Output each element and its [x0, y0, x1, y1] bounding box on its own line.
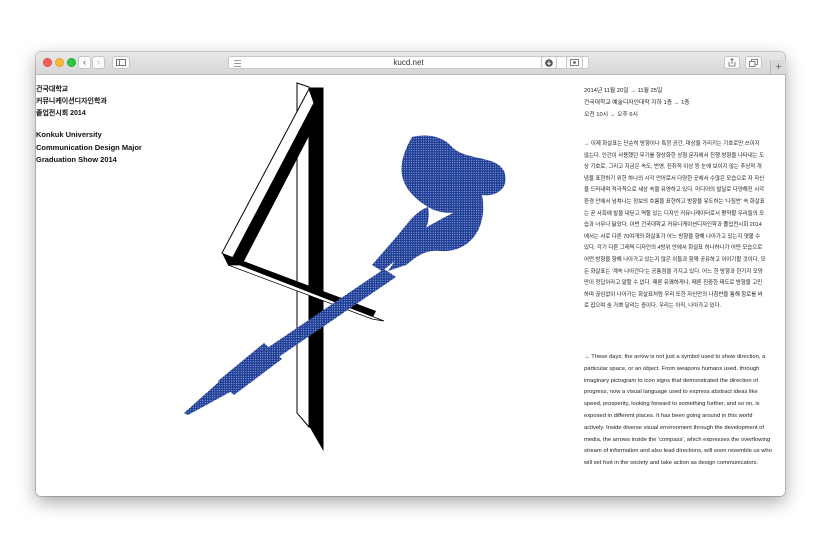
- title-en-line-2: Communication Design Major: [36, 142, 142, 152]
- dart-flight-upper: [401, 135, 506, 213]
- close-window-button[interactable]: [43, 58, 52, 67]
- info-location: 건국대학교 예술디자인대학 지하 1층 → 1층: [584, 100, 690, 106]
- share-icon: [728, 58, 736, 67]
- forward-button[interactable]: ›: [92, 56, 105, 69]
- downloads-button[interactable]: [541, 56, 557, 69]
- browser-window: ‹ › kucd.net ↻: [36, 52, 785, 496]
- share-button[interactable]: [724, 56, 740, 69]
- title-kr-line-2: 커뮤니케이션디자인학과: [36, 98, 107, 105]
- new-tab-button[interactable]: +: [770, 60, 786, 74]
- extension-icon: [570, 59, 579, 66]
- extension-button[interactable]: [566, 56, 583, 69]
- minimize-window-button[interactable]: [55, 58, 64, 67]
- tabs-icon: [749, 58, 758, 67]
- dart-tip: [184, 379, 232, 415]
- title-bar: ‹ › kucd.net ↻: [36, 52, 785, 75]
- description-korean: → 이제 화살표는 단순히 방향이나 특정 공간, 대상을 가리키는 기호로만 …: [584, 141, 766, 310]
- number-four-graphic: [221, 82, 385, 455]
- title-en-line-3: Graduation Show 2014: [36, 155, 117, 164]
- four-vertical-stroke: [308, 86, 325, 455]
- page-content: 건국대학교 커뮤니케이션디자인학과 졸업전시회 2014 Konkuk Univ…: [36, 75, 785, 496]
- exhibition-info: 2014년 11월 20일 → 11월 25일 건국대학교 예술디자인대학 지하…: [584, 85, 690, 121]
- title-english: Konkuk University Communication Design M…: [36, 129, 142, 167]
- tabs-overview-button[interactable]: [745, 56, 762, 69]
- title-kr-line-3: 졸업전시회 2014: [36, 110, 86, 117]
- address-bar[interactable]: kucd.net ↻: [228, 56, 589, 69]
- description-english: → These days, the arrow is not just a sy…: [584, 354, 772, 467]
- chevron-right-icon: ›: [97, 57, 100, 67]
- title-korean: 건국대학교 커뮤니케이션디자인학과 졸업전시회 2014: [36, 84, 107, 120]
- info-hours: 오전 10시 → 오후 6시: [584, 112, 638, 118]
- sidebar-icon: [116, 59, 126, 66]
- zoom-window-button[interactable]: [67, 58, 76, 67]
- info-dates: 2014년 11월 20일 → 11월 25일: [584, 88, 663, 94]
- url-text: kucd.net: [393, 58, 424, 67]
- chevron-left-icon: ‹: [83, 57, 86, 67]
- title-kr-line-1: 건국대학교: [36, 86, 69, 93]
- download-icon: [545, 58, 553, 67]
- sidebar-button[interactable]: [112, 56, 130, 69]
- back-button[interactable]: ‹: [78, 56, 91, 69]
- dart-graphic: [184, 135, 506, 415]
- title-en-line-1: Konkuk University: [36, 130, 102, 139]
